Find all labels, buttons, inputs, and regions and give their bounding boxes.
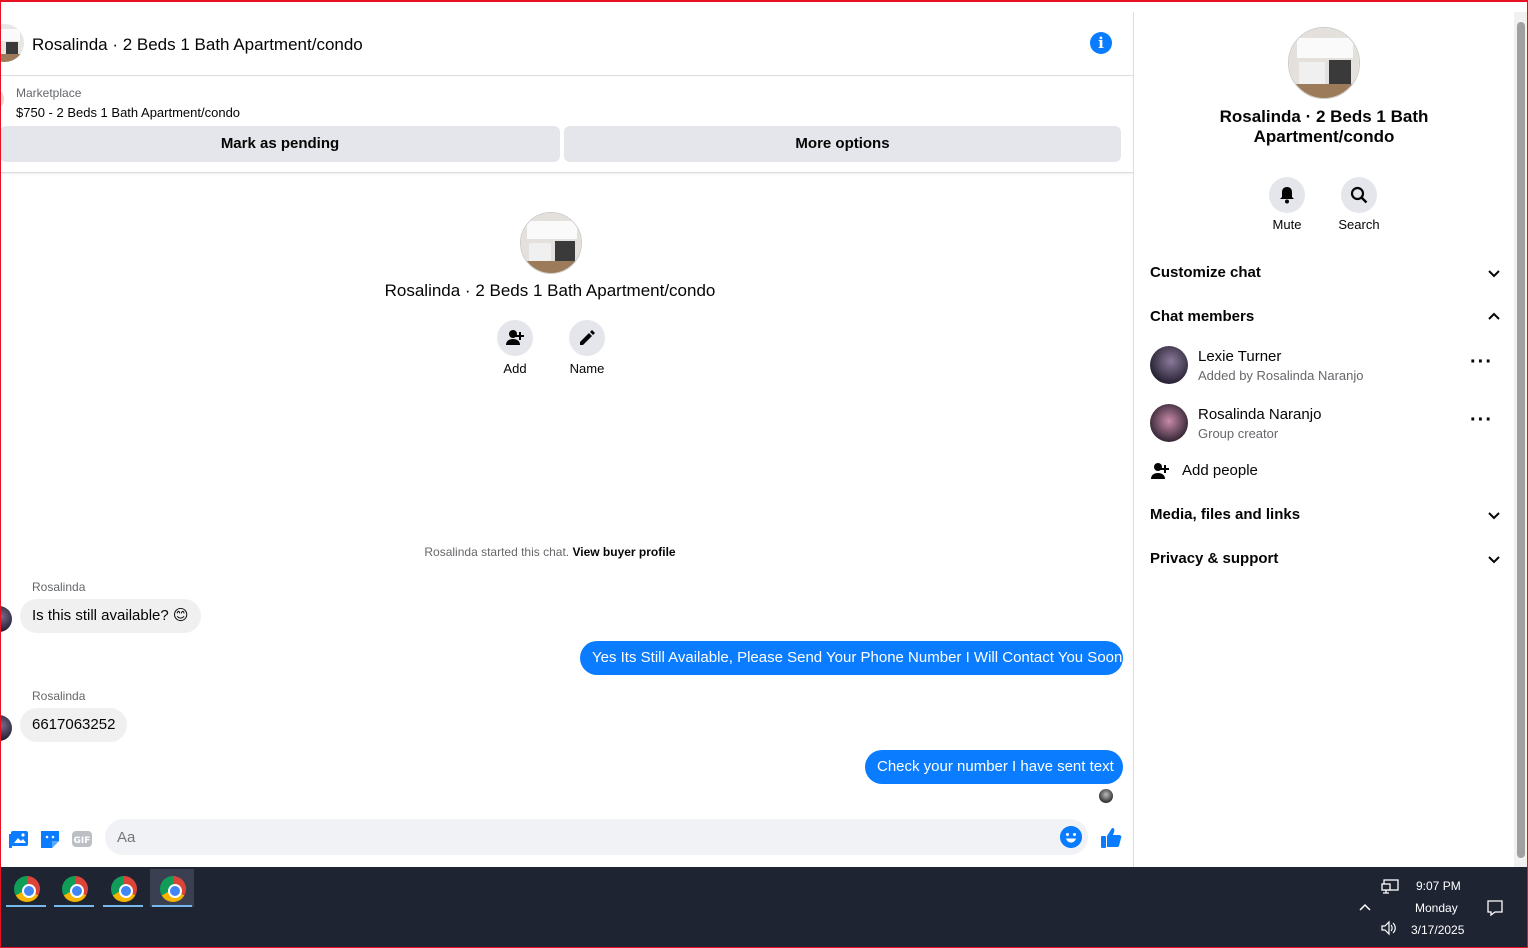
view-buyer-profile-link[interactable]: View buyer profile xyxy=(572,545,675,559)
taskbar-chrome-app[interactable] xyxy=(52,869,96,907)
chevron-down-icon xyxy=(1488,512,1500,520)
add-member-button[interactable] xyxy=(497,320,533,356)
details-title: Rosalinda · 2 Beds 1 Bath Apartment/cond… xyxy=(1219,107,1429,146)
mark-pending-button[interactable]: Mark as pending xyxy=(0,126,560,162)
chevron-up-icon[interactable] xyxy=(1358,902,1372,912)
clock-date[interactable]: 3/17/2025 xyxy=(1411,923,1464,937)
member-options-icon[interactable]: ··· xyxy=(1470,409,1493,432)
bell-icon xyxy=(1280,187,1294,204)
add-person-icon xyxy=(506,330,524,345)
marketplace-label: Marketplace xyxy=(16,86,82,100)
media-files-links-label: Media, files and links xyxy=(1150,506,1301,523)
scrollbar-thumb[interactable] xyxy=(1517,22,1525,858)
composer: GIF xyxy=(0,815,1133,867)
listing-thumbnail xyxy=(0,91,4,107)
group-avatar xyxy=(520,212,582,274)
system-note-text: Rosalinda started this chat. xyxy=(424,545,573,559)
mute-button[interactable] xyxy=(1269,177,1305,213)
group-title: Rosalinda · 2 Beds 1 Bath Apartment/cond… xyxy=(384,281,716,300)
pencil-icon xyxy=(580,330,595,345)
member-subtitle: Added by Rosalinda Naranjo xyxy=(1198,368,1364,383)
search-icon xyxy=(1350,186,1368,204)
chrome-icon xyxy=(14,876,40,902)
message-bubble-incoming[interactable]: Is this still available? 😊 xyxy=(20,599,201,633)
sender-name: Rosalinda xyxy=(32,689,86,703)
sender-avatar[interactable] xyxy=(0,606,12,632)
member-name[interactable]: Lexie Turner xyxy=(1198,348,1281,365)
chevron-down-icon xyxy=(1488,556,1500,564)
info-icon[interactable]: i xyxy=(1090,32,1112,54)
gif-label: GIF xyxy=(74,836,91,846)
sticker-icon[interactable] xyxy=(39,828,61,850)
notification-center-icon[interactable] xyxy=(1486,899,1504,917)
listing-title[interactable]: $750 - 2 Beds 1 Bath Apartment/condo xyxy=(16,105,240,120)
like-thumb-icon[interactable] xyxy=(1099,826,1123,850)
sender-name: Rosalinda xyxy=(32,580,86,594)
clock-time[interactable]: 9:07 PM xyxy=(1416,879,1461,893)
photo-icon[interactable] xyxy=(8,828,30,850)
windows-taskbar: 9:07 PM Monday 3/17/2025 xyxy=(0,867,1528,948)
member-subtitle: Group creator xyxy=(1198,426,1279,441)
message-bubble-incoming[interactable]: 6617063252 xyxy=(20,708,128,742)
emoji-icon[interactable] xyxy=(1060,826,1082,848)
edit-name-button[interactable] xyxy=(569,320,605,356)
network-icon[interactable] xyxy=(1381,879,1399,895)
chat-header: Rosalinda · 2 Beds 1 Bath Apartment/cond… xyxy=(0,12,1133,76)
chrome-icon xyxy=(62,876,88,902)
gif-icon[interactable]: GIF xyxy=(71,828,93,850)
mute-label: Mute xyxy=(1272,217,1302,232)
chrome-icon xyxy=(111,876,137,902)
taskbar-chrome-app[interactable] xyxy=(101,869,145,907)
message-bubble-outgoing[interactable]: Yes Its Still Available, Please Send You… xyxy=(580,641,1127,675)
member-avatar[interactable] xyxy=(1150,346,1188,384)
search-label: Search xyxy=(1338,217,1380,232)
member-options-icon[interactable]: ··· xyxy=(1470,351,1493,374)
name-label: Name xyxy=(569,361,605,376)
taskbar-chrome-app-active[interactable] xyxy=(150,869,194,907)
chat-members-label: Chat members xyxy=(1150,308,1255,325)
chat-details-panel: Rosalinda · 2 Beds 1 Bath Apartment/cond… xyxy=(1133,12,1514,867)
chrome-icon xyxy=(160,876,186,902)
volume-icon[interactable] xyxy=(1380,920,1398,936)
chat-avatar[interactable] xyxy=(0,24,24,62)
add-label: Add xyxy=(503,361,527,376)
add-person-icon xyxy=(1151,463,1169,479)
media-files-links-row[interactable]: Media, files and links xyxy=(1150,503,1502,527)
more-options-button[interactable]: More options xyxy=(564,126,1121,162)
marketplace-banner: Marketplace $750 - 2 Beds 1 Bath Apartme… xyxy=(0,77,1133,173)
member-name[interactable]: Rosalinda Naranjo xyxy=(1198,406,1321,423)
chevron-up-icon xyxy=(1488,312,1500,320)
page-scrollbar[interactable] xyxy=(1514,12,1528,867)
group-avatar-large xyxy=(1288,27,1360,99)
privacy-support-label: Privacy & support xyxy=(1150,550,1279,567)
chat-title[interactable]: Rosalinda · 2 Beds 1 Bath Apartment/cond… xyxy=(32,35,363,55)
system-note: Rosalinda started this chat. View buyer … xyxy=(0,545,1100,559)
add-people-label: Add people xyxy=(1182,462,1258,479)
member-avatar[interactable] xyxy=(1150,404,1188,442)
chat-main: Rosalinda · 2 Beds 1 Bath Apartment/cond… xyxy=(0,12,1133,867)
chevron-down-icon xyxy=(1488,270,1500,278)
customize-chat-label: Customize chat xyxy=(1150,264,1261,281)
add-people-row[interactable]: Add people xyxy=(1150,459,1502,483)
taskbar-chrome-app[interactable] xyxy=(4,869,48,907)
clock-day[interactable]: Monday xyxy=(1415,901,1458,915)
message-input[interactable] xyxy=(105,819,1088,855)
search-in-chat-button[interactable] xyxy=(1341,177,1377,213)
sender-avatar[interactable] xyxy=(0,715,12,741)
privacy-support-row[interactable]: Privacy & support xyxy=(1150,547,1502,571)
customize-chat-row[interactable]: Customize chat xyxy=(1150,261,1502,285)
seen-indicator-avatar xyxy=(1099,789,1113,803)
message-bubble-outgoing[interactable]: Check your number I have sent text xyxy=(865,750,1123,784)
chat-members-row[interactable]: Chat members xyxy=(1150,305,1502,329)
